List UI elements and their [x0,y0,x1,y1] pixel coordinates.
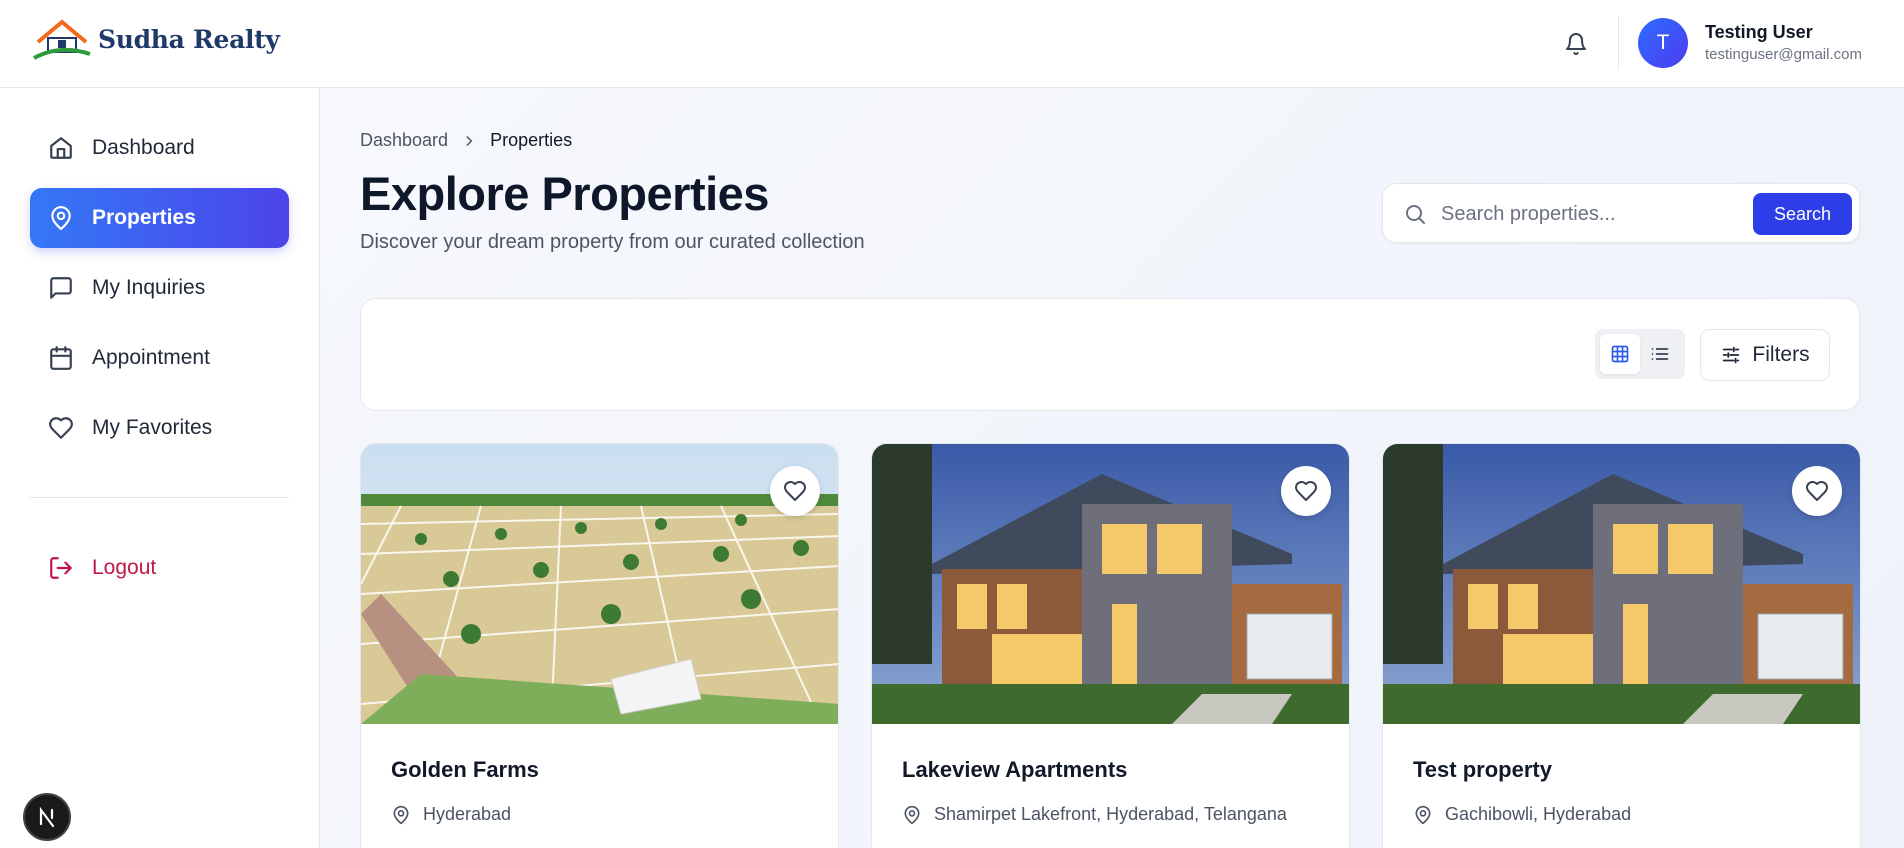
property-title: Lakeview Apartments [902,757,1128,782]
breadcrumb-dashboard-link[interactable]: Dashboard [360,130,448,151]
modern-house-image [872,444,1349,724]
filters-label: Filters [1752,343,1810,366]
brand-name: Sudha Realty [98,24,280,54]
sidebar-item-label: My Inquiries [92,276,206,299]
message-square-icon [50,277,72,299]
dev-tools-badge[interactable] [23,793,71,841]
next-logo-icon [39,806,55,828]
sliders-icon [1723,346,1740,364]
grid-icon [1611,345,1629,363]
search-bar: Search [1382,183,1860,243]
map-pin-icon [904,805,920,824]
breadcrumb-current: Properties [490,130,573,150]
heart-icon [784,481,806,501]
filter-toolbar: Filters [360,298,1860,411]
notifications-button[interactable] [1560,28,1592,60]
chevron-right-icon [466,135,473,146]
sidebar-item-inquiries[interactable]: My Inquiries [30,258,289,318]
property-location-text: Gachibowli, Hyderabad [1445,804,1632,824]
grid-view-button[interactable] [1600,334,1640,374]
calendar-icon [50,346,72,370]
filters-button[interactable]: Filters [1700,329,1830,381]
home-icon [50,137,72,159]
favorite-button[interactable] [1792,466,1842,516]
sidebar-item-label: Dashboard [92,136,195,159]
property-card[interactable]: Golden Farms Hyderabad [360,443,839,848]
modern-house-image [1383,444,1860,724]
sidebar-item-label: My Favorites [92,416,213,439]
map-pin-icon [1415,805,1431,824]
page-subtitle: Discover your dream property from our cu… [360,231,865,253]
view-toggle [1595,329,1685,379]
page-title: Explore Properties [360,167,769,220]
favorite-button[interactable] [1281,466,1331,516]
logout-icon [50,557,72,579]
search-input[interactable] [1441,196,1741,232]
property-location-text: Shamirpet Lakefront, Hyderabad, Telangan… [934,804,1287,824]
property-card[interactable]: Lakeview Apartments Shamirpet Lakefront,… [871,443,1350,848]
map-pin-icon [393,805,409,824]
heart-icon [1295,481,1317,501]
property-location: Hyderabad [391,804,511,825]
heart-icon [49,417,73,439]
user-email: testinguser@gmail.com [1705,46,1862,63]
search-button[interactable]: Search [1753,193,1852,235]
list-view-button[interactable] [1640,334,1680,374]
top-bar: Sudha Realty T Testing User testinguser@… [0,0,1904,88]
sidebar-item-properties[interactable]: Properties [30,188,289,248]
sidebar-item-favorites[interactable]: My Favorites [30,398,289,458]
favorite-button[interactable] [770,466,820,516]
user-name: Testing User [1705,22,1813,42]
header-divider [1618,16,1619,70]
property-title: Golden Farms [391,757,539,782]
property-location: Shamirpet Lakefront, Hyderabad, Telangan… [902,804,1287,825]
avatar[interactable]: T [1638,18,1688,68]
farm-plots-image [361,444,838,724]
sidebar-item-label: Appointment [92,346,210,369]
heart-icon [1806,481,1828,501]
property-card[interactable]: Test property Gachibowli, Hyderabad [1382,443,1861,848]
logout-button[interactable]: Logout [30,538,289,598]
sidebar-item-appointment[interactable]: Appointment [30,328,289,388]
search-icon [1406,205,1425,224]
list-icon [1651,348,1669,360]
breadcrumb: Dashboard Properties [360,130,572,151]
sidebar-item-label: Properties [92,206,196,229]
map-pin-icon [51,206,71,230]
property-location: Gachibowli, Hyderabad [1413,804,1631,825]
sidebar-item-dashboard[interactable]: Dashboard [30,118,289,178]
property-location-text: Hyderabad [423,804,512,824]
property-title: Test property [1413,757,1552,782]
sidebar: Dashboard Properties My Inquiries Appoin… [0,88,320,848]
sidebar-divider [30,497,289,498]
brand-logo[interactable]: Sudha Realty [32,18,280,60]
house-logo-icon [33,20,91,60]
bell-icon [1566,33,1586,55]
logout-label: Logout [92,556,157,579]
